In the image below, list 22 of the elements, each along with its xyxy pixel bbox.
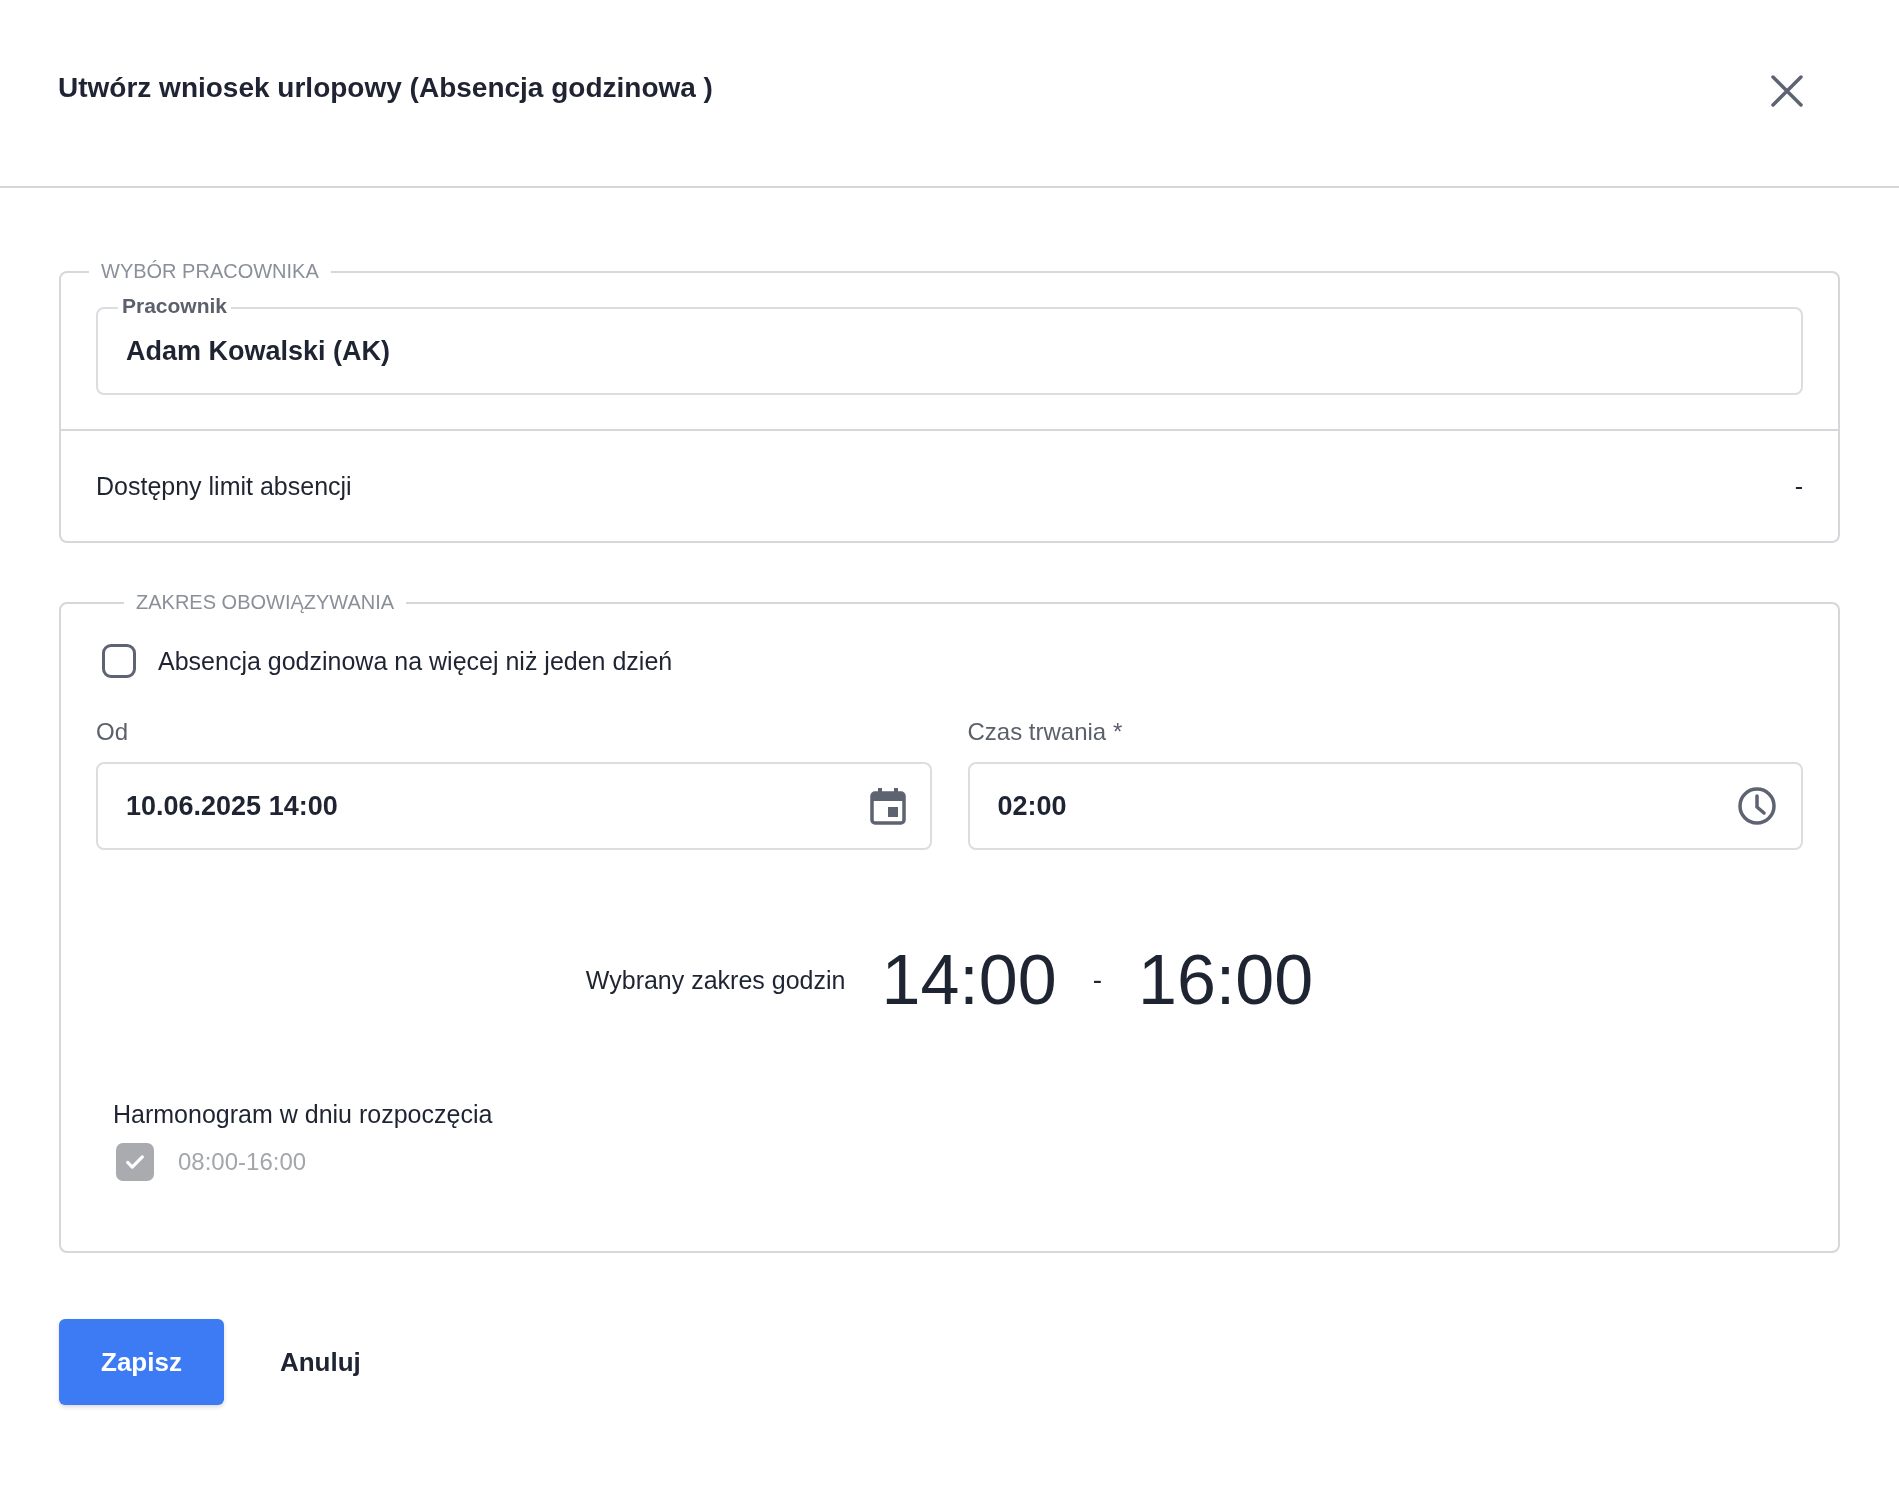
range-start: 14:00: [881, 940, 1057, 1020]
checkbox[interactable]: [102, 644, 136, 678]
limit-value: -: [1794, 471, 1803, 501]
checkbox-label: Absencja godzinowa na więcej niż jeden dzień: [158, 646, 673, 676]
schedule-label: Harmonogram w dniu rozpoczęcia: [113, 1100, 494, 1129]
clock-icon[interactable]: [1737, 786, 1777, 826]
cancel-button[interactable]: Anuluj: [259, 1346, 381, 1378]
limit-label: Dostępny limit absencji: [96, 471, 352, 501]
duration-field[interactable]: 02:00: [967, 762, 1803, 850]
close-button[interactable]: [1769, 73, 1805, 109]
dialog-title: Utwórz wniosek urlopowy (Absencja godzinowa ): [58, 72, 713, 104]
schedule-hours: 08:00-16:00: [178, 1148, 307, 1176]
section-legend: ZAKRES OBOWIĄZYWANIA: [124, 591, 407, 614]
save-button[interactable]: Zapisz: [59, 1319, 224, 1405]
field-label: Od: [96, 718, 129, 746]
range-separator: -: [1092, 964, 1102, 996]
date-field[interactable]: 10.06.2025 14:00: [96, 762, 932, 850]
field-label: Czas trwania *: [967, 718, 1124, 746]
range-label: Wybrany zakres godzin: [585, 965, 846, 995]
range-end: 16:00: [1137, 940, 1314, 1020]
calendar-icon[interactable]: [869, 787, 906, 825]
section-legend: WYBÓR PRACOWNIKA: [89, 260, 331, 283]
